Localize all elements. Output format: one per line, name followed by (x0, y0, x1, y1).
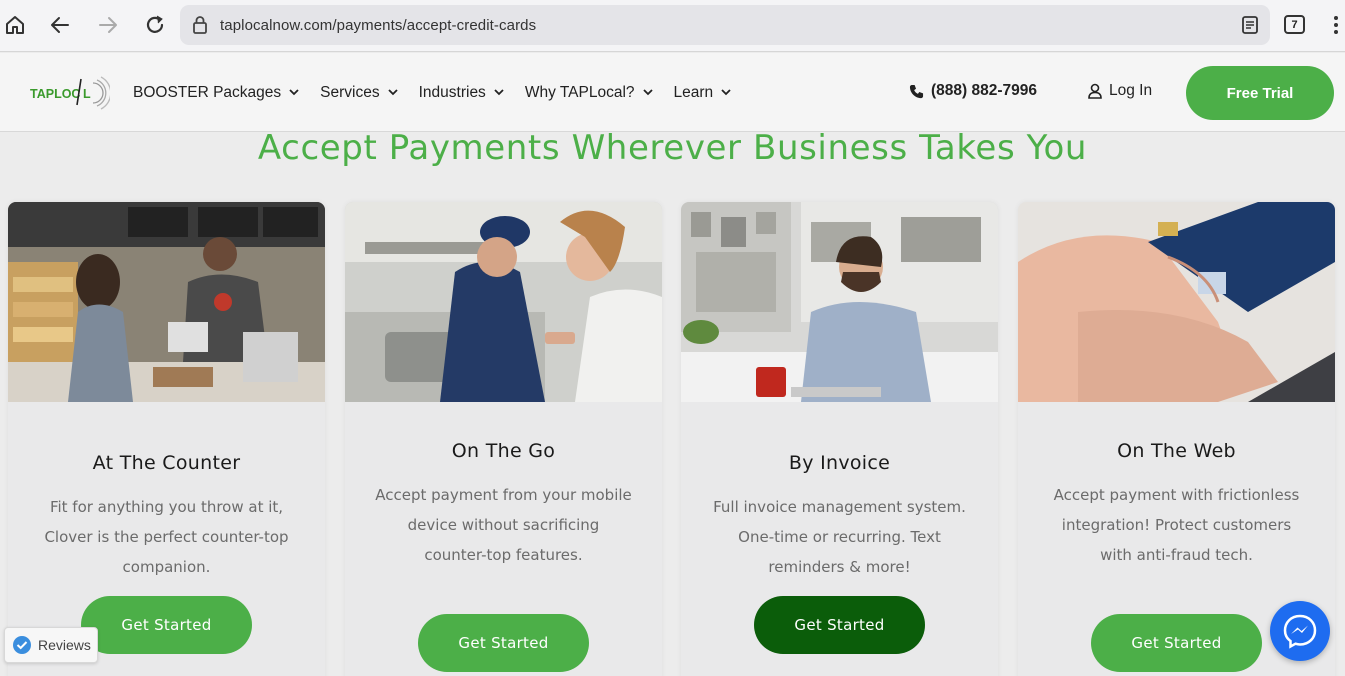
card-by-invoice: By Invoice Full invoice management syste… (681, 202, 998, 676)
web-payment-photo (1018, 202, 1335, 402)
verified-check-icon (13, 636, 31, 654)
nav-label: Learn (673, 83, 714, 101)
reader-icon[interactable] (1235, 10, 1265, 40)
card-on-the-go: On The Go Accept payment from your mobil… (345, 202, 662, 676)
get-started-button[interactable]: Get Started (418, 614, 589, 672)
card-description: Fit for anything you throw at it, Clover… (44, 498, 289, 576)
chevron-down-icon (387, 89, 398, 96)
reload-icon[interactable] (140, 10, 170, 40)
reviews-label: Reviews (38, 637, 91, 653)
nav-learn[interactable]: Learn (674, 84, 732, 102)
card-title: At The Counter (92, 452, 241, 474)
lock-icon (190, 14, 210, 36)
chevron-down-icon (721, 89, 731, 96)
svg-text:TAPLOC: TAPLOC (30, 87, 80, 101)
card-description: Accept payment from your mobile device w… (375, 486, 632, 564)
on-the-go-photo (345, 202, 662, 402)
card-description: Accept payment with frictionless integra… (1053, 486, 1300, 564)
card-description: Full invoice management system. One-time… (713, 498, 966, 576)
address-bar[interactable]: taplocalnow.com/payments/accept-credit-c… (180, 5, 1270, 45)
url-text: taplocalnow.com/payments/accept-credit-c… (220, 16, 537, 34)
login-link[interactable]: Log In (1088, 82, 1152, 100)
user-icon (1088, 83, 1102, 99)
nav-label: BOOSTER Packages (133, 83, 282, 101)
menu-icon[interactable] (1321, 10, 1345, 40)
login-label: Log In (1109, 82, 1153, 99)
nav-label: Services (320, 83, 380, 101)
forward-icon[interactable] (93, 10, 123, 40)
counter-photo (8, 202, 325, 402)
nav-label: Industries (418, 83, 486, 101)
chevron-down-icon (494, 89, 504, 96)
taplocal-logo[interactable]: TAPLOC L (30, 73, 110, 113)
phone-number: (888) 882-7996 (931, 82, 1037, 99)
get-started-button[interactable]: Get Started (81, 596, 252, 654)
tabs-icon[interactable]: 7 (1284, 15, 1305, 34)
chevron-down-icon (289, 89, 299, 96)
reviews-widget[interactable]: Reviews (4, 627, 98, 663)
card-title: By Invoice (788, 452, 891, 474)
site-header: TAPLOC L BOOSTER Packages Services Indus… (0, 53, 1345, 132)
messenger-icon[interactable] (1270, 601, 1330, 661)
invoice-photo (681, 202, 998, 402)
nav-industries[interactable]: Industries (419, 84, 504, 102)
free-trial-button[interactable]: Free Trial (1186, 66, 1334, 120)
svg-text:L: L (83, 87, 91, 101)
page-title: Accept Payments Wherever Business Takes … (257, 128, 1088, 168)
messenger-logo-icon (1283, 614, 1317, 649)
browser-toolbar: taplocalnow.com/payments/accept-credit-c… (0, 0, 1345, 52)
nav-why-taplocal[interactable]: Why TAPLocal? (525, 84, 653, 102)
nav-services[interactable]: Services (320, 83, 398, 102)
phone-icon (909, 84, 924, 98)
home-icon[interactable] (0, 10, 30, 40)
chevron-down-icon (642, 89, 653, 96)
card-title: On The Go (451, 440, 556, 462)
card-at-the-counter: At The Counter Fit for anything you thro… (8, 202, 325, 676)
get-started-button[interactable]: Get Started (754, 596, 925, 654)
get-started-button[interactable]: Get Started (1091, 614, 1262, 672)
back-icon[interactable] (45, 10, 75, 40)
main-nav: BOOSTER Packages Services Industries Why… (133, 53, 752, 132)
nav-booster-packages[interactable]: BOOSTER Packages (133, 84, 299, 102)
nav-label: Why TAPLocal? (524, 83, 635, 101)
phone-link[interactable]: (888) 882-7996 (909, 82, 1037, 100)
card-title: On The Web (1117, 440, 1236, 462)
